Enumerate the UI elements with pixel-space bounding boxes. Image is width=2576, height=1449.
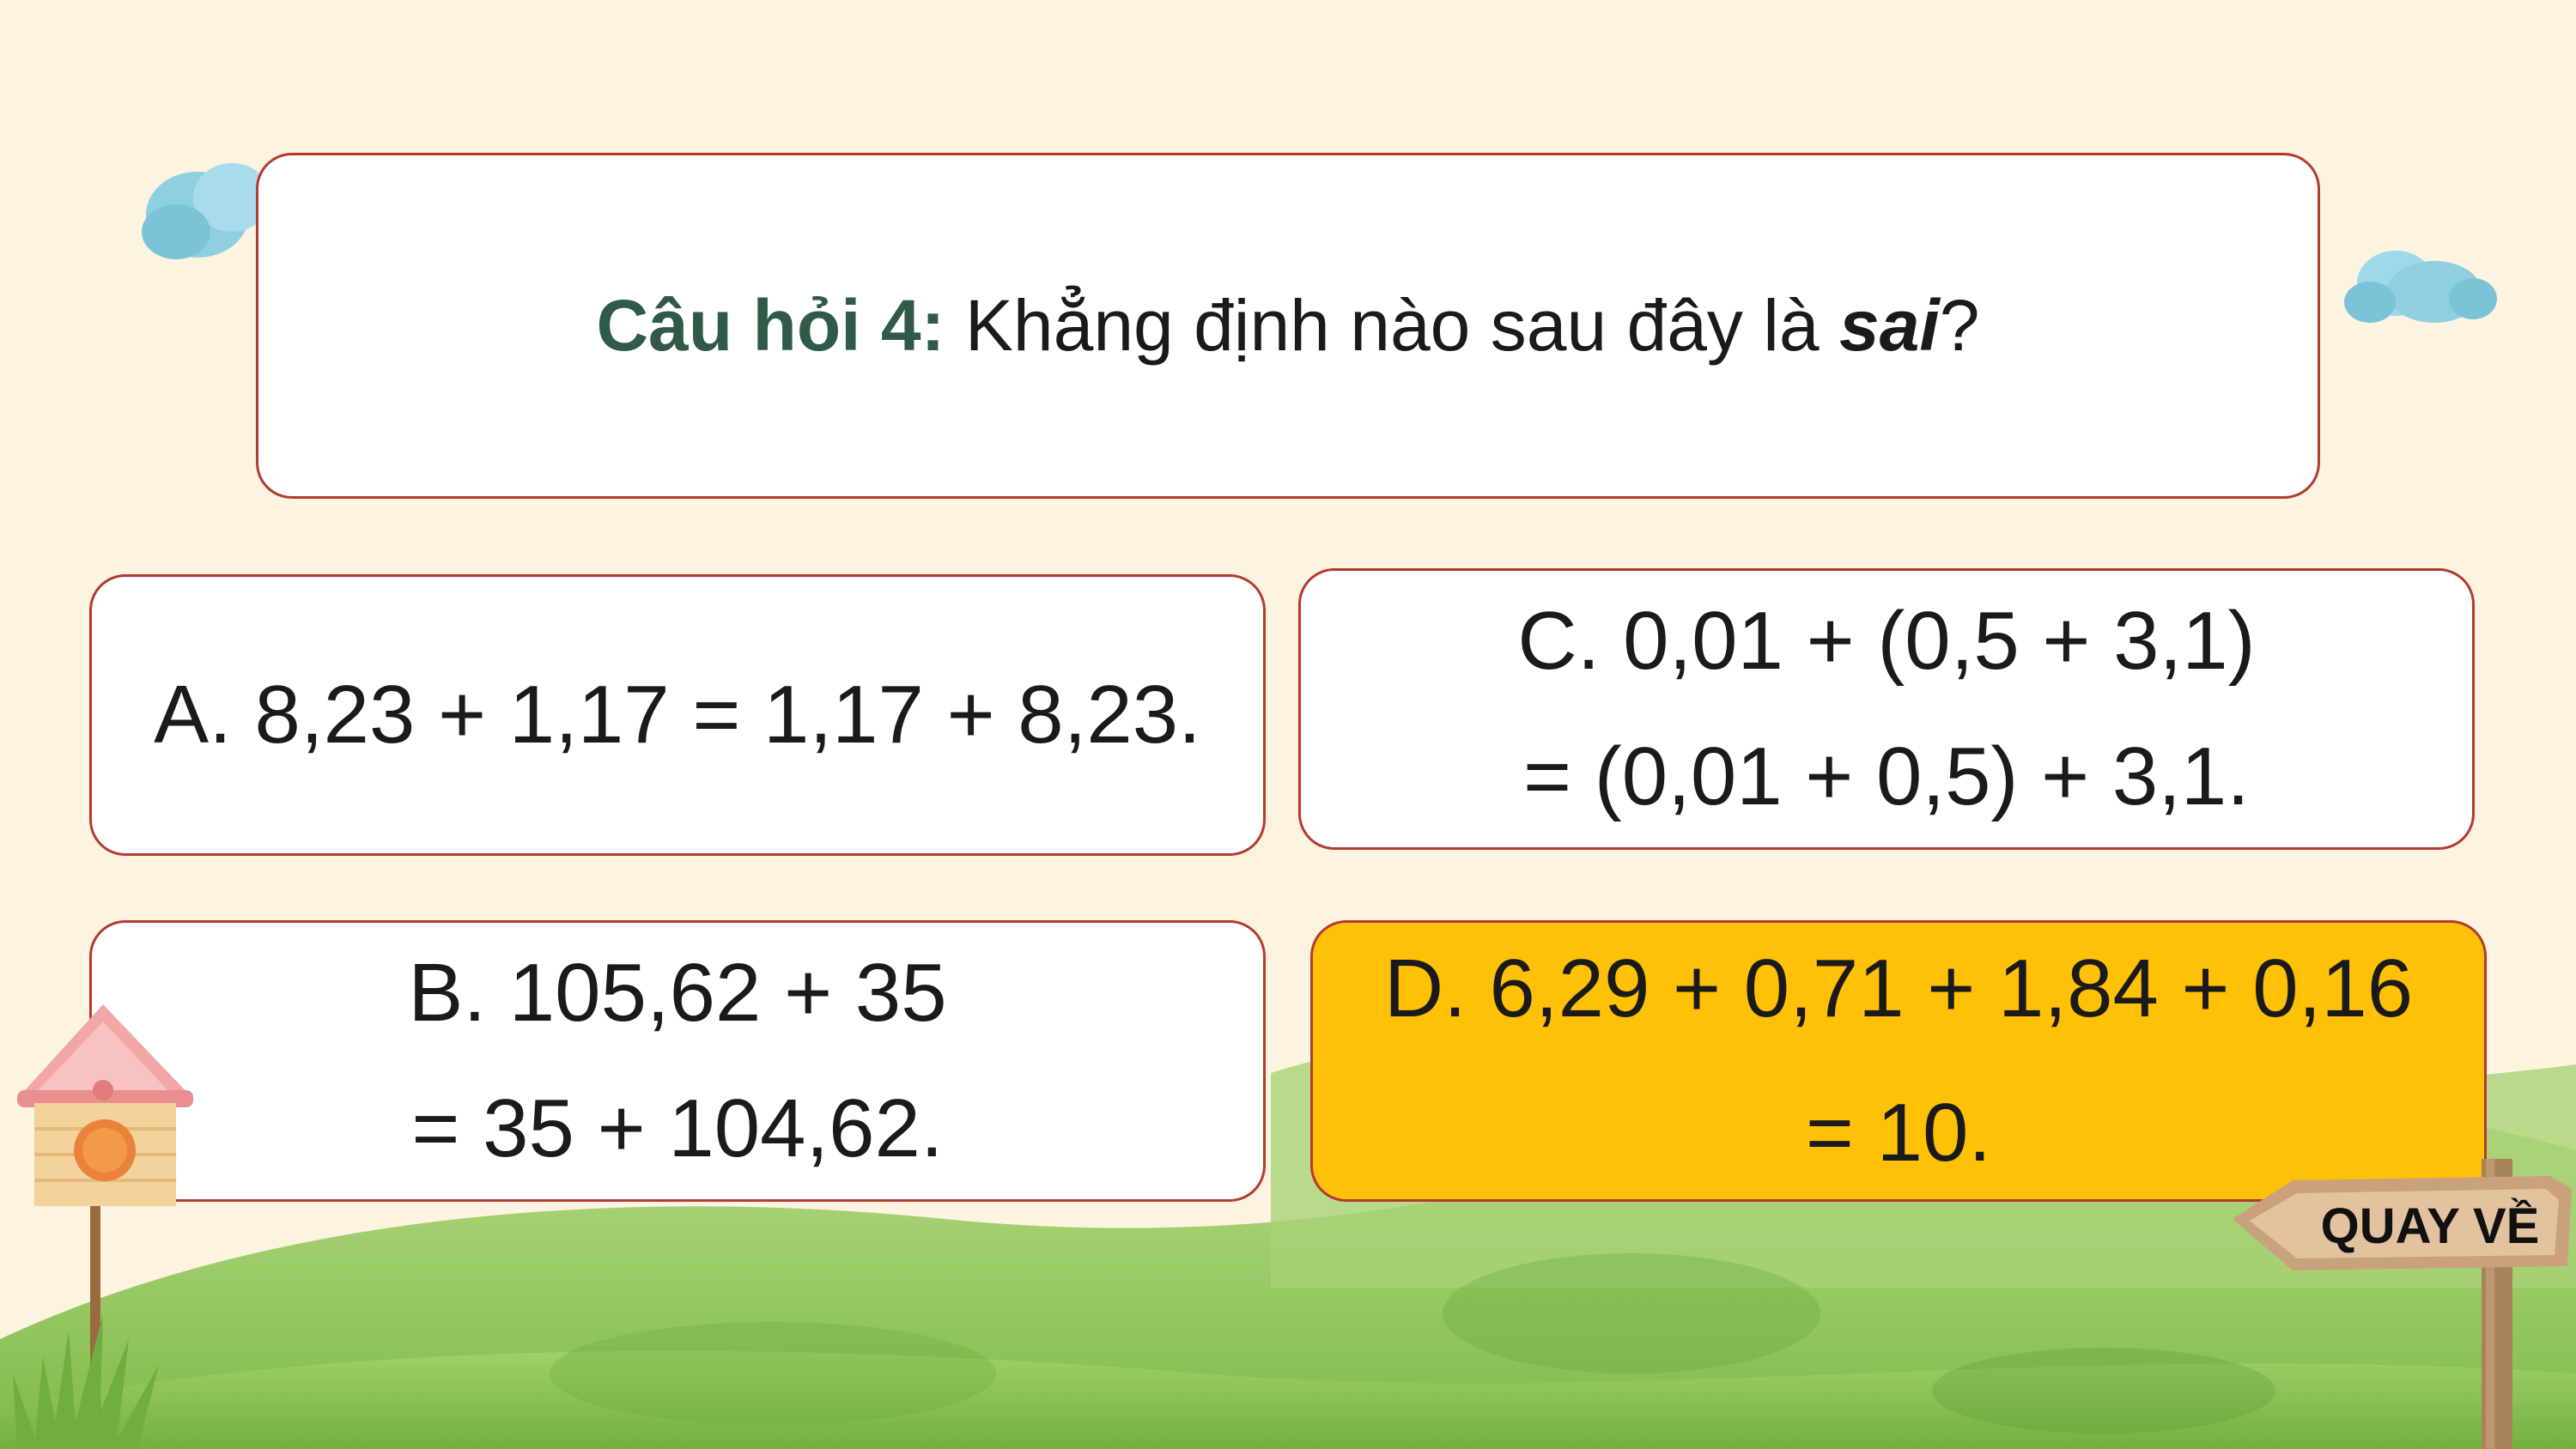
cloud-icon xyxy=(2344,251,2497,323)
answer-a[interactable]: A. 8,23 + 1,17 = 1,17 + 8,23. xyxy=(89,574,1266,856)
slide: Câu hỏi 4: Khẳng định nào sau đây là sai… xyxy=(0,0,2576,1449)
cloud-icon xyxy=(142,163,270,259)
birdhouse-icon xyxy=(13,1004,193,1449)
question-body: Khẳng định nào sau đây là xyxy=(945,285,1839,366)
answer-d-line1: D. 6,29 + 0,71 + 1,84 + 0,16 xyxy=(1383,943,2414,1034)
answer-b[interactable]: B. 105,62 + 35 = 35 + 104,62. xyxy=(89,920,1266,1202)
question-label: Câu hỏi 4: xyxy=(596,285,945,366)
answer-d-line2: = 10. xyxy=(1805,1087,1992,1179)
answer-b-line2: = 35 + 104,62. xyxy=(411,1082,944,1174)
answer-a-line1: A. 8,23 + 1,17 = 1,17 + 8,23. xyxy=(154,669,1201,761)
question-end: ? xyxy=(1939,285,1980,366)
answer-c-line2: = (0,01 + 0,5) + 3,1. xyxy=(1523,731,2250,822)
question-emphasis: sai xyxy=(1838,285,1940,366)
back-button[interactable]: QUAY VỀ xyxy=(2301,1197,2559,1255)
question-text: Câu hỏi 4: Khẳng định nào sau đây là sai… xyxy=(597,284,1980,367)
answer-b-line1: B. 105,62 + 35 xyxy=(408,947,947,1039)
answer-c[interactable]: C. 0,01 + (0,5 + 3,1) = (0,01 + 0,5) + 3… xyxy=(1298,568,2475,850)
grass-tuft-icon xyxy=(13,1313,159,1449)
signpost-icon xyxy=(2233,1159,2572,1449)
question-card: Câu hỏi 4: Khẳng định nào sau đây là sai… xyxy=(256,153,2320,499)
answer-c-line1: C. 0,01 + (0,5 + 3,1) xyxy=(1517,595,2256,687)
